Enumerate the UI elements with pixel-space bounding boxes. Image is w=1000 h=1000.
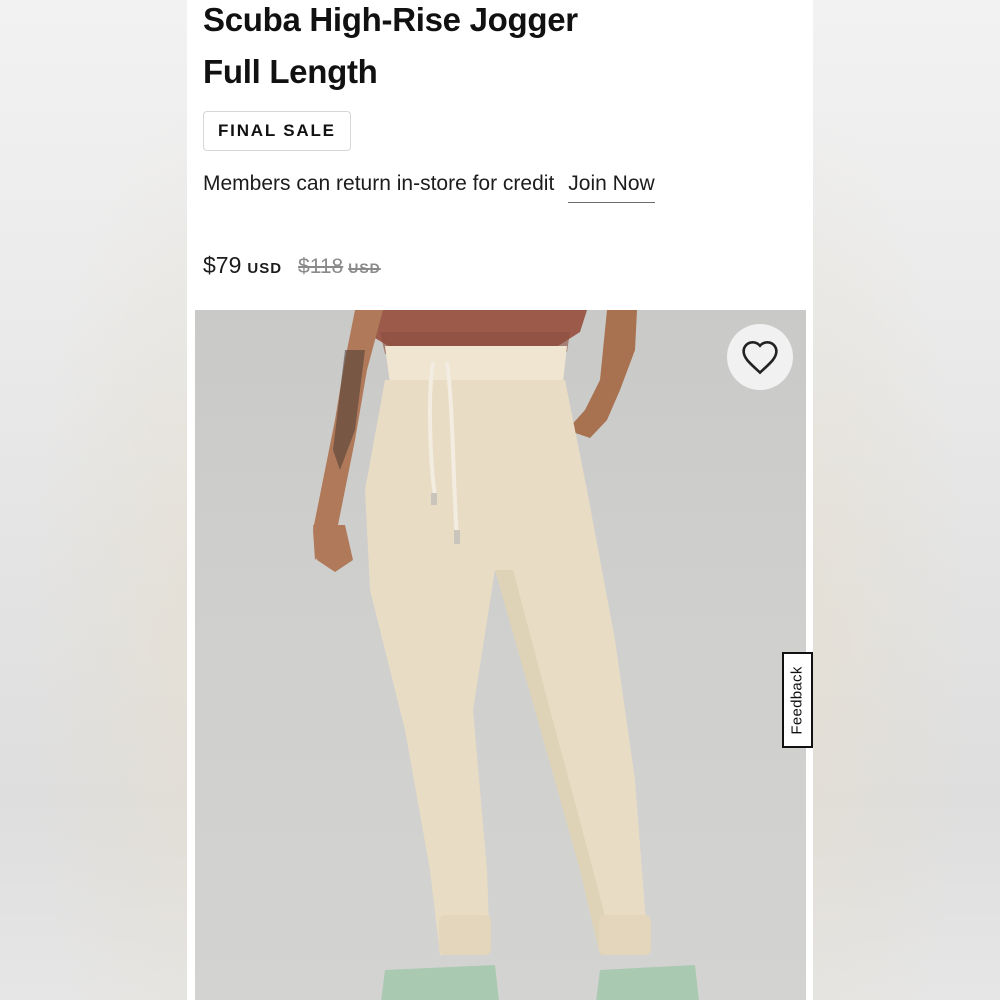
member-return-notice: Members can return in-store for credit J… <box>203 172 655 203</box>
price-row: $79 USD $118 USD <box>203 252 381 279</box>
feedback-label: Feedback <box>789 665 806 735</box>
final-sale-badge: FINAL SALE <box>203 111 351 151</box>
join-now-link[interactable]: Join Now <box>568 172 655 203</box>
pants-body <box>365 380 650 955</box>
right-cuff <box>599 915 651 955</box>
left-slide <box>381 965 499 1000</box>
feedback-tab[interactable]: Feedback <box>782 652 813 748</box>
product-title: Scuba High-Rise Jogger Full Length <box>203 0 763 98</box>
drawstring-tip-right <box>454 530 460 544</box>
original-price: $118 USD <box>298 255 381 279</box>
blurred-background-right <box>813 0 1000 1000</box>
current-price: $79 <box>203 252 242 278</box>
product-title-line-1: Scuba High-Rise Jogger <box>203 1 578 38</box>
blurred-background-left <box>0 0 187 1000</box>
pants-waistband <box>385 346 567 384</box>
right-slide <box>596 965 699 1000</box>
current-price-currency: USD <box>247 260 283 277</box>
left-cuff <box>439 915 491 955</box>
original-price-currency: USD <box>348 260 381 276</box>
member-return-text: Members can return in-store for credit <box>203 172 555 195</box>
product-photo-illustration <box>313 310 699 1000</box>
drawstring-tip-left <box>431 493 437 505</box>
original-price-amount: $118 <box>298 255 344 278</box>
heart-outline-icon <box>742 340 778 375</box>
product-image[interactable] <box>195 310 806 1000</box>
product-title-line-2: Full Length <box>203 53 378 90</box>
left-hand <box>313 525 353 572</box>
product-page: Scuba High-Rise Jogger Full Length FINAL… <box>187 0 813 1000</box>
wishlist-button[interactable] <box>727 324 793 390</box>
